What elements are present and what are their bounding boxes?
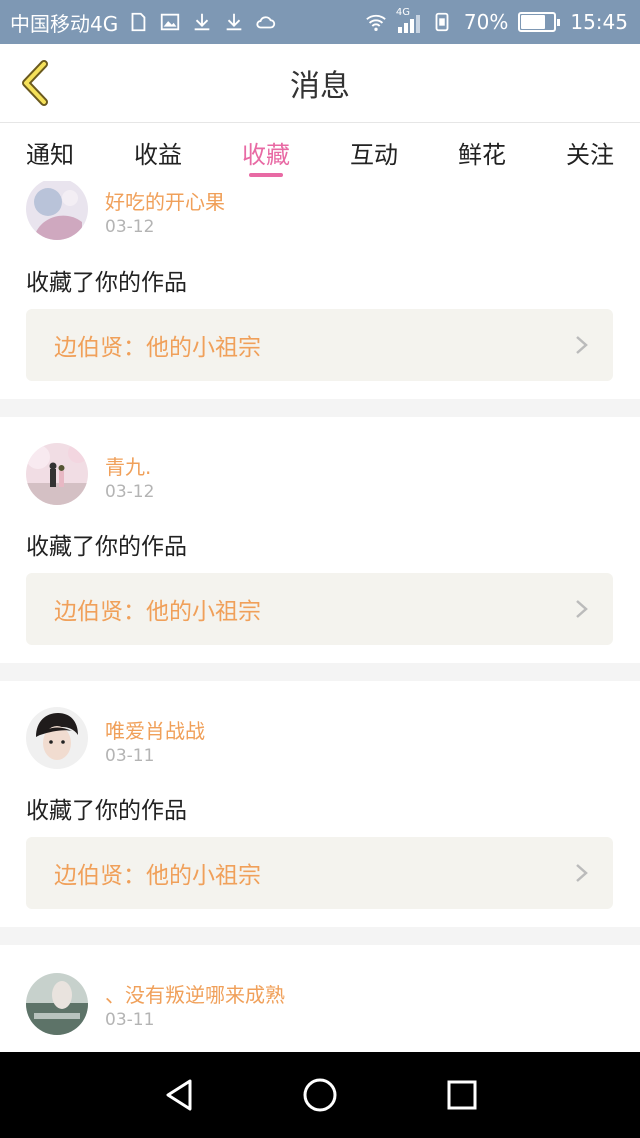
weather-cloud-icon — [254, 10, 278, 34]
image-icon — [158, 10, 182, 34]
wifi-icon — [364, 10, 388, 34]
battery-percent: 70% — [463, 10, 509, 34]
username[interactable]: 、没有叛逆哪来成熟 — [105, 979, 285, 1008]
recents-square-icon[interactable] — [442, 1075, 482, 1115]
chevron-right-icon — [576, 600, 588, 618]
work-title: 边伯贤：他的小祖宗 — [54, 599, 261, 625]
back-button[interactable] — [12, 58, 58, 108]
action-text: 收藏了你的作品 — [26, 798, 187, 824]
tab-interactions[interactable]: 互动 — [350, 123, 398, 181]
list-item: 好吃的开心果 03-12 收藏了你的作品 边伯贤：他的小祖宗 — [0, 181, 640, 399]
timestamp: 03-11 — [105, 1010, 155, 1030]
work-title: 边伯贤：他的小祖宗 — [54, 863, 261, 889]
download-icon — [222, 10, 246, 34]
signal-strength-icon: 4G — [396, 7, 420, 33]
tab-earnings[interactable]: 收益 — [134, 123, 182, 181]
timestamp: 03-12 — [105, 217, 155, 237]
timestamp: 03-11 — [105, 746, 155, 766]
status-bar: 中国移动4G 4G 70% 15:45 — [0, 0, 640, 44]
username[interactable]: 青九. — [105, 451, 151, 480]
work-link[interactable]: 边伯贤：他的小祖宗 — [26, 837, 613, 909]
sim-icon — [126, 10, 150, 34]
list-item: 唯爱肖战战 03-11 收藏了你的作品 边伯贤：他的小祖宗 — [0, 681, 640, 927]
username[interactable]: 好吃的开心果 — [105, 186, 225, 215]
tab-follows[interactable]: 关注 — [566, 123, 614, 181]
work-title: 边伯贤：他的小祖宗 — [54, 335, 261, 361]
avatar[interactable] — [26, 973, 88, 1035]
avatar[interactable] — [26, 443, 88, 505]
action-text: 收藏了你的作品 — [26, 270, 187, 296]
list-item: 青九. 03-12 收藏了你的作品 边伯贤：他的小祖宗 — [0, 417, 640, 663]
system-nav-bar — [0, 1052, 640, 1138]
page-title: 消息 — [290, 69, 350, 104]
work-link[interactable]: 边伯贤：他的小祖宗 — [26, 309, 613, 381]
avatar[interactable] — [26, 181, 88, 240]
chevron-right-icon — [576, 864, 588, 882]
list-item: 、没有叛逆哪来成熟 03-11 — [0, 945, 640, 1052]
download-icon — [190, 10, 214, 34]
username[interactable]: 唯爱肖战战 — [105, 715, 205, 744]
network-type-label: 4G — [395, 7, 411, 18]
tab-favorites[interactable]: 收藏 — [242, 123, 290, 181]
home-circle-icon[interactable] — [300, 1075, 340, 1115]
tab-bar: 通知 收益 收藏 互动 鲜花 关注 — [0, 123, 640, 181]
back-triangle-icon[interactable] — [160, 1075, 200, 1115]
message-list: 好吃的开心果 03-12 收藏了你的作品 边伯贤：他的小祖宗 青九. 03-12… — [0, 181, 640, 1052]
screen: 中国移动4G 4G 70% 15:45 消息 通知 收益 收藏 互动 鲜花 关注… — [0, 0, 640, 1138]
work-link[interactable]: 边伯贤：他的小祖宗 — [26, 573, 613, 645]
tab-flowers[interactable]: 鲜花 — [458, 123, 506, 181]
carrier-label: 中国移动4G — [10, 11, 119, 36]
clock: 15:45 — [570, 10, 628, 34]
header: 消息 — [0, 44, 640, 123]
battery-icon — [518, 12, 561, 32]
chevron-left-icon — [22, 60, 48, 106]
timestamp: 03-12 — [105, 482, 155, 502]
phone-data-icon — [430, 10, 454, 34]
chevron-right-icon — [576, 336, 588, 354]
avatar[interactable] — [26, 707, 88, 769]
action-text: 收藏了你的作品 — [26, 534, 187, 560]
tab-notifications[interactable]: 通知 — [26, 123, 74, 181]
